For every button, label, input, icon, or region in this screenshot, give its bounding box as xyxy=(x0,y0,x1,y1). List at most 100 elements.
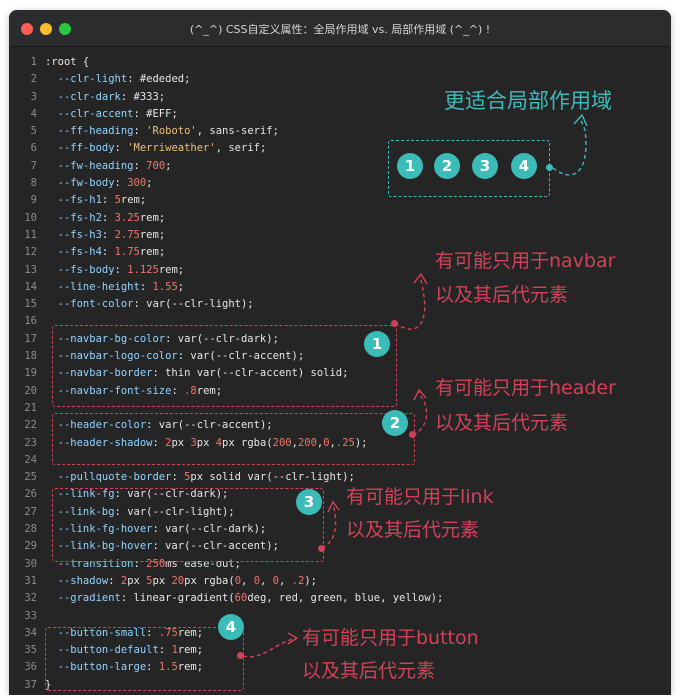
line-source: --shadow: 2px 5px 20px rgba(0, 0, 0, .2)… xyxy=(45,573,317,590)
code-line: 1 :root { xyxy=(9,54,671,71)
code-token-prop: --navbar-logo-color xyxy=(45,350,178,363)
code-token-plain: : var(--clr-light); xyxy=(114,505,235,518)
code-token-plain: : xyxy=(152,436,166,449)
code-token-prop: --pullquote-border xyxy=(45,471,172,484)
code-line: 11 --fs-h3: 2.75rem; xyxy=(9,227,671,244)
code-token-prop: --font-color xyxy=(45,298,134,311)
code-token-prop: --clr-accent xyxy=(45,107,134,120)
code-token-prop: --fs-h1 xyxy=(45,194,102,207)
code-token-plain: , serif; xyxy=(215,142,267,155)
line-number: 19 xyxy=(24,367,37,380)
code-line: 27 --link-bg: var(--clr-light); xyxy=(9,504,671,521)
line-number: 33 xyxy=(24,609,37,622)
line-source: --pullquote-border: 5px solid var(--clr-… xyxy=(45,469,355,486)
line-number: 26 xyxy=(24,488,37,501)
line-source: --fs-body: 1.125rem; xyxy=(45,262,184,279)
line-number: 13 xyxy=(24,263,37,276)
code-line: 35 --button-default: 1rem; xyxy=(9,642,671,659)
code-token-prop: --fs-h3 xyxy=(45,228,102,241)
code-token-prop: --clr-dark xyxy=(45,90,121,103)
code-token-plain: ); xyxy=(304,574,317,587)
line-number: 28 xyxy=(24,523,37,536)
code-token-plain: : thin var(--clr-accent) solid; xyxy=(152,367,349,380)
code-token-plain: px xyxy=(152,574,172,587)
code-line: 10 --fs-h2: 3.25rem; xyxy=(9,210,671,227)
line-number: 35 xyxy=(24,644,37,657)
code-line: 6 --ff-body: 'Merriweather', serif; xyxy=(9,140,671,157)
code-line: 18 --navbar-logo-color: var(--clr-accent… xyxy=(9,348,671,365)
code-token-plain: , xyxy=(279,574,292,587)
line-source: --line-height: 1.55; xyxy=(45,279,184,296)
code-token-prop: --ff-heading xyxy=(45,125,134,138)
code-line: 30 --transition: 250ms ease-out; xyxy=(9,556,671,573)
code-token-num: 300 xyxy=(127,177,147,190)
code-token-num: .75 xyxy=(158,626,178,639)
code-token-prop: --link-bg xyxy=(45,505,115,518)
code-token-plain: rem; xyxy=(177,644,204,657)
code-token-prop: --fs-h2 xyxy=(45,211,102,224)
code-line: 21 xyxy=(9,400,671,417)
code-token-prop: --shadow xyxy=(45,574,109,587)
code-token-num: 2.75 xyxy=(114,228,140,241)
code-token-plain: px rgba( xyxy=(184,574,235,587)
code-token-plain: rem; xyxy=(196,384,223,397)
line-number: 1 xyxy=(30,56,37,68)
code-line: 17 --navbar-bg-color: var(--clr-dark); xyxy=(9,331,671,348)
line-number: 9 xyxy=(30,194,37,207)
code-token-plain: : xyxy=(133,557,147,570)
line-number: 18 xyxy=(24,350,37,363)
code-line: 37} xyxy=(9,677,671,694)
line-source: --button-default: 1rem; xyxy=(45,642,203,659)
line-source: --fw-heading: 700; xyxy=(45,158,172,175)
window-title: (^_^) CSS自定义属性：全局作用域 vs. 局部作用域 (^_^) ! xyxy=(189,23,491,36)
code-line: 5 --ff-heading: 'Roboto', sans-serif; xyxy=(9,123,671,140)
title-bar: (^_^) CSS自定义属性：全局作用域 vs. 局部作用域 (^_^) ! xyxy=(9,10,671,47)
code-token-plain: px xyxy=(127,574,147,587)
code-token-plain: : xyxy=(133,125,147,138)
code-token-prop: --gradient xyxy=(45,592,121,605)
line-number: 20 xyxy=(24,384,37,397)
code-token-prop: --ff-body xyxy=(45,142,115,155)
code-token-plain: rem; xyxy=(139,211,166,224)
line-source: --link-fg-hover: var(--clr-dark); xyxy=(45,521,267,538)
code-token-plain: : #ededed; xyxy=(127,73,191,86)
line-number: 21 xyxy=(24,401,37,414)
line-source: --navbar-bg-color: var(--clr-dark); xyxy=(45,331,279,348)
code-line: 8 --fw-body: 300; xyxy=(9,175,671,192)
code-line: 36 --button-large: 1.5rem; xyxy=(9,659,671,676)
code-token-prop: --button-large xyxy=(45,661,147,674)
code-token-plain: : var(--clr-accent); xyxy=(177,350,305,363)
line-source: --fs-h4: 1.75rem; xyxy=(45,244,166,261)
line-number: 3 xyxy=(30,90,37,103)
line-number: 31 xyxy=(24,574,37,587)
code-token-plain: px solid var(--clr-light); xyxy=(190,471,355,484)
line-number: 32 xyxy=(24,592,37,605)
code-token-plain: : #EFF; xyxy=(133,107,178,120)
code-line: 24 xyxy=(9,452,671,469)
code-token-plain: : var(--clr-accent); xyxy=(152,540,279,553)
code-token-num: 200 xyxy=(297,436,317,449)
code-area[interactable]: 1:root {2 --clr-light: #ededed; 3 --clr-d… xyxy=(9,54,671,694)
line-number: 24 xyxy=(24,453,37,466)
line-source: --navbar-font-size: .8rem; xyxy=(45,383,222,400)
code-token-num: 1.75 xyxy=(114,246,140,259)
code-line: 19 --navbar-border: thin var(--clr-accen… xyxy=(9,365,671,382)
code-token-plain: : xyxy=(114,142,128,155)
code-line: 7 --fw-heading: 700; xyxy=(9,158,671,175)
code-token-plain: : xyxy=(133,159,147,172)
code-token-prop: --navbar-font-size xyxy=(45,384,172,397)
code-token-plain: px xyxy=(196,436,216,449)
code-line: 20 --navbar-font-size: .8rem; xyxy=(9,383,671,400)
code-token-plain: :root { xyxy=(45,56,90,68)
code-token-plain: : xyxy=(171,384,185,397)
code-token-prop: --header-color xyxy=(45,419,147,432)
code-line: 14 --line-height: 1.55; xyxy=(9,279,671,296)
code-token-num: 1.55 xyxy=(152,280,178,293)
code-token-plain: rem; xyxy=(120,194,147,207)
code-token-plain: : var(--clr-accent); xyxy=(146,419,273,432)
line-source: --link-fg: var(--clr-dark); xyxy=(45,486,229,503)
code-line: 29 --link-bg-hover: var(--clr-accent); xyxy=(9,538,671,555)
code-line: 33 xyxy=(9,608,671,625)
line-source: --font-color: var(--clr-light); xyxy=(45,296,254,313)
code-line: 9 --fs-h1: 5rem; xyxy=(9,192,671,209)
